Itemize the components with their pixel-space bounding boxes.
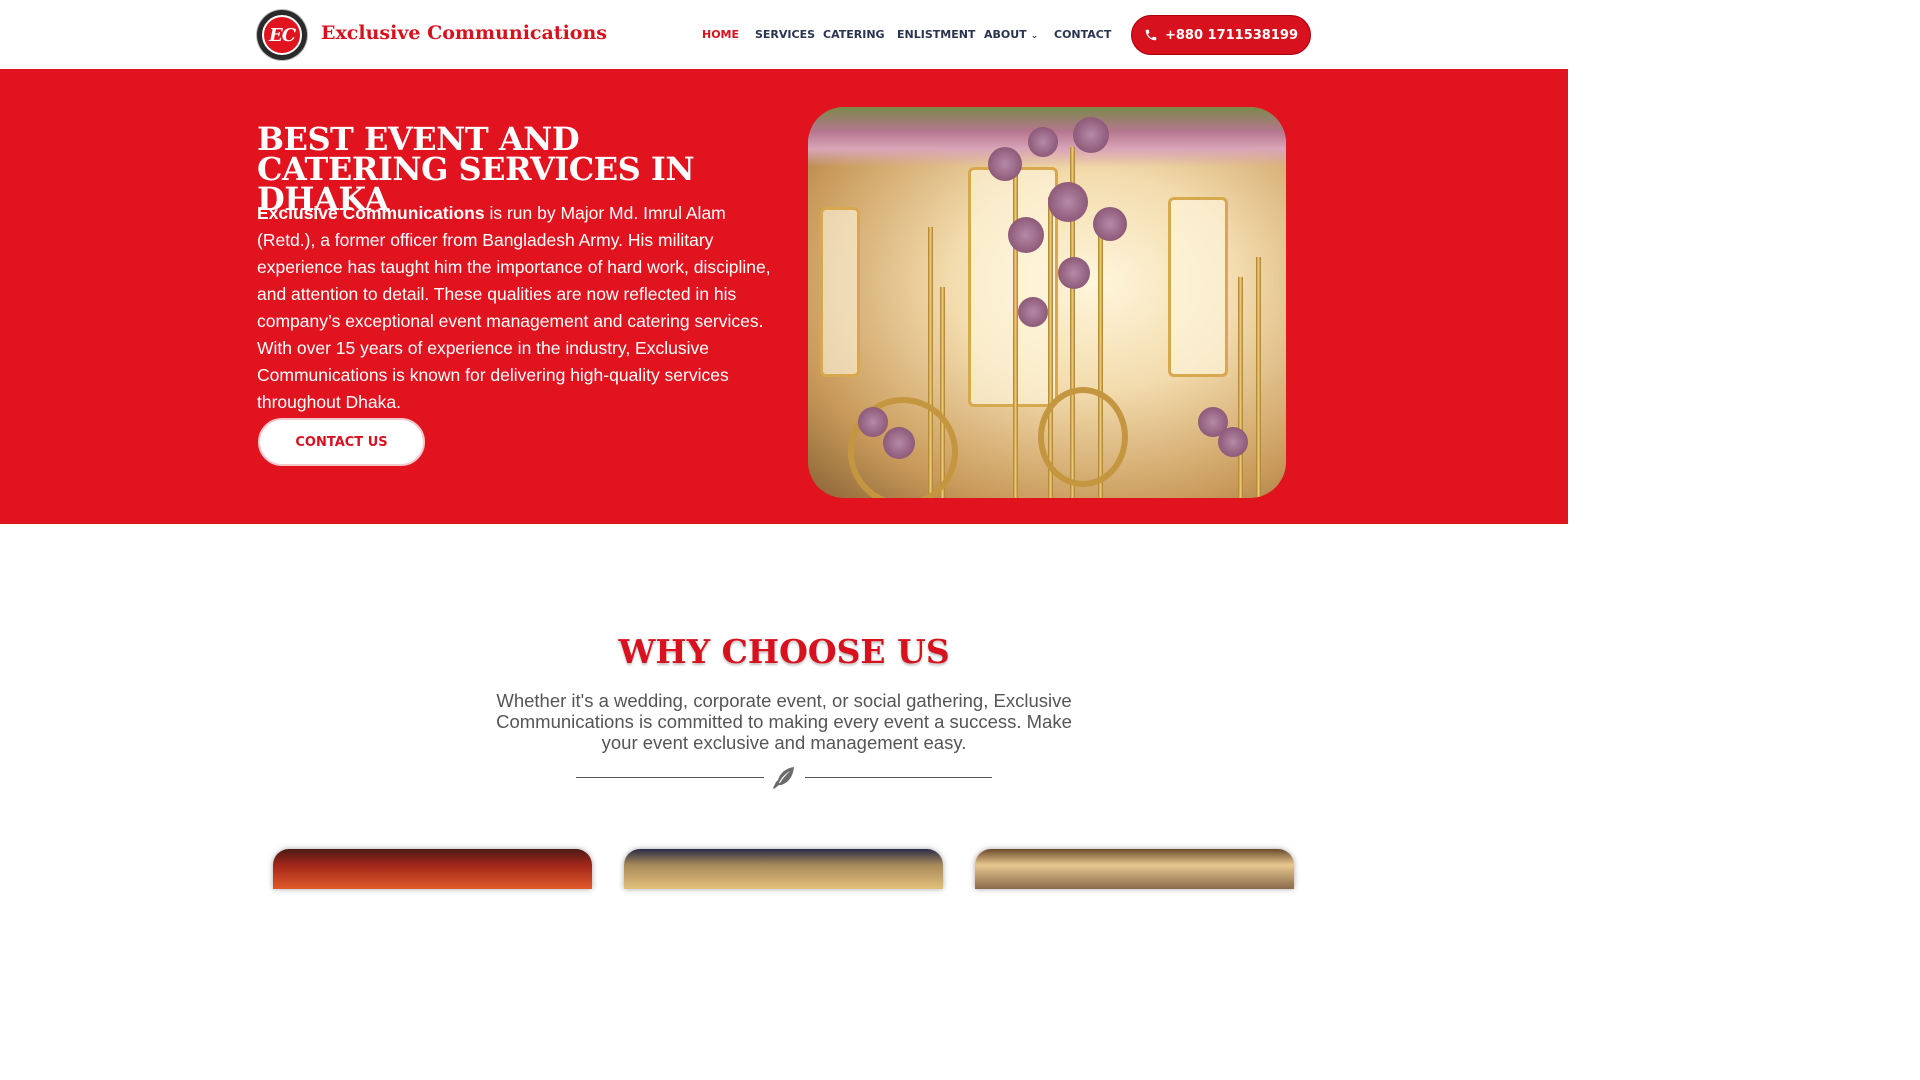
phone-number: +880 1711538199: [1164, 27, 1298, 43]
why-choose-us-text: Whether it's a wedding, corporate event,…: [496, 690, 1072, 753]
phone-button[interactable]: +880 1711538199: [1131, 15, 1311, 55]
nav-about-label: ABOUT: [984, 28, 1027, 41]
logo-text: EC: [268, 24, 296, 46]
nav-catering[interactable]: CATERING: [823, 28, 885, 41]
feature-card-wedding[interactable]: [273, 849, 592, 889]
logo[interactable]: EC: [257, 10, 307, 60]
divider-left: [576, 777, 764, 778]
feature-card-venue[interactable]: [975, 849, 1294, 889]
chevron-down-icon: ⌄: [1030, 31, 1039, 41]
hero-description-text: is run by Major Md. Imrul Alam (Retd.), …: [257, 203, 771, 412]
nav-contact[interactable]: CONTACT: [1054, 28, 1111, 41]
hero-section: BEST EVENT AND CATERING SERVICES IN DHAK…: [0, 69, 1568, 524]
event-decoration-photo: [808, 107, 1286, 498]
site-header: EC Exclusive Communications HOME SERVICE…: [0, 0, 1568, 69]
why-choose-us-title: WHY CHOOSE US: [618, 632, 950, 671]
feature-card-catering[interactable]: [624, 849, 943, 889]
nav-home[interactable]: HOME: [702, 28, 739, 41]
nav-services[interactable]: SERVICES: [755, 28, 815, 41]
hero-description: Exclusive Communications is run by Major…: [257, 200, 787, 416]
nav-enlistment[interactable]: ENLISTMENT: [897, 28, 975, 41]
hero-company-name: Exclusive Communications: [257, 203, 485, 223]
feather-icon: [773, 767, 794, 789]
phone-icon: [1145, 29, 1157, 41]
nav-about[interactable]: ABOUT ⌄: [984, 28, 1038, 41]
brand-name[interactable]: Exclusive Communications: [321, 22, 607, 44]
divider-right: [805, 777, 992, 778]
contact-us-button[interactable]: CONTACT US: [258, 418, 425, 466]
